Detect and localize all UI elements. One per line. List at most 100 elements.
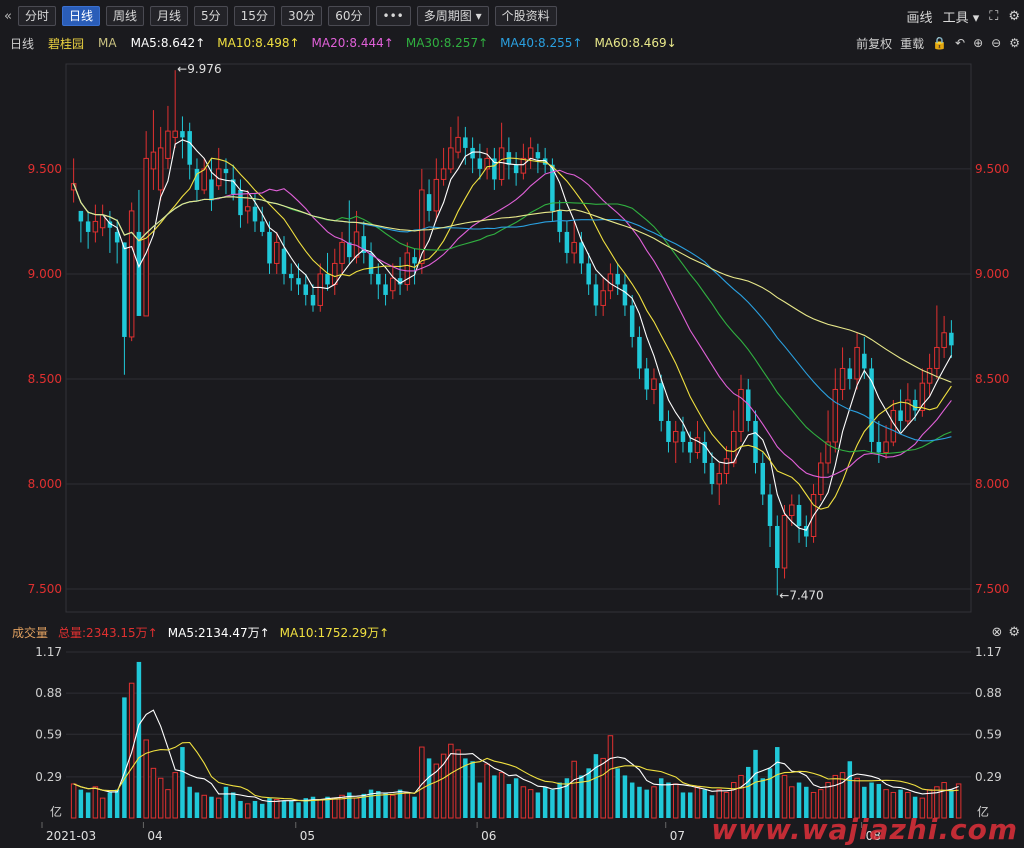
ma-tool-1[interactable]: 重载 bbox=[900, 35, 924, 52]
vol-item-0: 总量:2343.15万↑ bbox=[58, 625, 158, 640]
volume-bar-up bbox=[201, 794, 207, 819]
ma-tool-6[interactable]: ⚙ bbox=[1009, 36, 1020, 50]
ma60-line bbox=[73, 183, 952, 383]
ma40-line bbox=[73, 183, 952, 442]
tab-3[interactable]: 月线 bbox=[150, 6, 189, 26]
tab-6[interactable]: 30分 bbox=[280, 6, 323, 26]
volume-bar-up bbox=[244, 803, 251, 819]
toolbar-right-2[interactable]: ⛶ bbox=[989, 9, 998, 24]
candle-down bbox=[412, 257, 417, 264]
candle-up bbox=[839, 367, 846, 390]
vol-item-2: MA10:1752.29万↑ bbox=[279, 625, 390, 640]
vol-item-1: MA5:2134.47万↑ bbox=[167, 625, 270, 640]
stock-name: 碧桂园 bbox=[48, 36, 85, 51]
candle-down bbox=[187, 131, 192, 165]
price-annotation-0: ←9.976 bbox=[177, 62, 221, 76]
candle-up bbox=[317, 273, 324, 306]
candle-down bbox=[209, 179, 214, 201]
volume-bar-up bbox=[672, 783, 679, 819]
tab-7[interactable]: 60分 bbox=[328, 6, 370, 26]
toolbar-right-0[interactable]: 画线 bbox=[907, 7, 933, 26]
vol-tool-0[interactable]: ⊗ bbox=[991, 625, 1002, 640]
volume-tick-right: 1.17 bbox=[975, 645, 1002, 659]
price-tick-left: 9.000 bbox=[28, 267, 62, 281]
volume-bar-down bbox=[680, 792, 686, 818]
price-tick-right: 8.000 bbox=[975, 477, 1009, 491]
volume-bar-down bbox=[470, 761, 475, 818]
candle-up bbox=[716, 472, 722, 485]
chart-frame bbox=[65, 63, 972, 613]
volume-bar-down bbox=[209, 796, 214, 818]
candle-up bbox=[571, 241, 577, 254]
candle-up bbox=[498, 147, 505, 180]
ma-tool-3[interactable]: ↶ bbox=[955, 36, 965, 50]
ma-tool-4[interactable]: ⊕ bbox=[973, 36, 983, 50]
tab-8[interactable]: ••• bbox=[375, 6, 411, 26]
volume-bar-up bbox=[215, 797, 222, 819]
tab-10[interactable]: 个股资料 bbox=[494, 6, 557, 26]
volume-bar-up bbox=[390, 794, 396, 819]
double-chevron-left-icon[interactable]: « bbox=[4, 9, 12, 24]
ma-items: MA5:8.642↑ MA10:8.498↑ MA20:8.444↑ MA30:8.2… bbox=[131, 36, 689, 50]
volume-tick-right: 0.59 bbox=[975, 727, 1002, 741]
ma-tool-0[interactable]: 前复权 bbox=[856, 35, 892, 52]
candle-down bbox=[310, 294, 316, 306]
watermark: www.wajiazhi.com bbox=[711, 813, 1018, 846]
tab-1[interactable]: 日线 bbox=[61, 6, 100, 26]
volume-bar-down bbox=[637, 786, 642, 818]
candle-down bbox=[281, 248, 287, 274]
ma30-line bbox=[73, 183, 952, 455]
vol-tool-1[interactable]: ⚙ bbox=[1008, 625, 1020, 640]
candle-up bbox=[273, 241, 280, 264]
candlestick-chart[interactable]: 9.500 9.500 9.000 9.000 8.500 8.500 8.000 8.000… bbox=[0, 52, 1024, 672]
candle-up bbox=[440, 168, 447, 180]
toolbar-right-1[interactable]: 工具 ▾ bbox=[943, 7, 980, 26]
ma-tool-2[interactable]: 🔒 bbox=[932, 36, 947, 50]
tab-0[interactable]: 分时 bbox=[17, 6, 56, 26]
candle-down bbox=[223, 168, 229, 174]
price-annotations: ←9.976 ←7.470 bbox=[177, 62, 824, 602]
ma-tool-5[interactable]: ⊖ bbox=[991, 36, 1001, 50]
volume-bar-down bbox=[194, 792, 200, 818]
period-label: 日线 bbox=[10, 36, 35, 51]
candle-up bbox=[723, 458, 730, 474]
candle-up bbox=[157, 147, 164, 191]
tab-4[interactable]: 5分 bbox=[194, 6, 228, 26]
volume-bar-down bbox=[259, 803, 265, 818]
volume-bar-up bbox=[353, 797, 360, 819]
volume-bar-down bbox=[753, 749, 758, 818]
price-tick-left: 7.500 bbox=[28, 582, 62, 596]
volume-bar-down bbox=[702, 789, 707, 818]
volume-bar-up bbox=[832, 774, 839, 819]
tab-5[interactable]: 15分 bbox=[233, 6, 275, 26]
volume-bar-down bbox=[180, 747, 185, 818]
volume-bar-down bbox=[593, 754, 599, 818]
volume-bar-down bbox=[644, 789, 649, 818]
ma-label: MA bbox=[98, 36, 117, 50]
candle-down bbox=[949, 332, 954, 346]
candle-up bbox=[128, 210, 135, 338]
date-tick-label: 04 bbox=[147, 829, 162, 843]
volume-bar-up bbox=[571, 760, 577, 819]
candle-down bbox=[847, 368, 853, 379]
date-tick-label: 07 bbox=[670, 829, 685, 843]
volume-bar-up bbox=[520, 786, 527, 819]
candle-up bbox=[926, 367, 933, 384]
tab-9[interactable]: 多周期图 ▾ bbox=[416, 6, 489, 26]
volume-bar-down bbox=[687, 792, 693, 818]
volume-tick-left: 0.29 bbox=[35, 770, 62, 784]
tab-2[interactable]: 周线 bbox=[106, 6, 145, 26]
candle-down bbox=[637, 336, 642, 369]
candle-down bbox=[303, 284, 309, 295]
candle-down bbox=[593, 284, 599, 306]
candle-down bbox=[746, 389, 751, 421]
candle-up bbox=[818, 462, 824, 495]
toolbar-right-3[interactable]: ⚙ bbox=[1008, 9, 1020, 24]
candle-down bbox=[325, 273, 330, 285]
date-tick-label: 06 bbox=[481, 829, 496, 843]
candle-down bbox=[477, 158, 483, 169]
ma-item-5: MA60:8.469↓ bbox=[594, 36, 677, 50]
volume-bar-down bbox=[238, 800, 243, 818]
volume-bar-down bbox=[252, 800, 258, 818]
candle-down bbox=[760, 462, 766, 495]
